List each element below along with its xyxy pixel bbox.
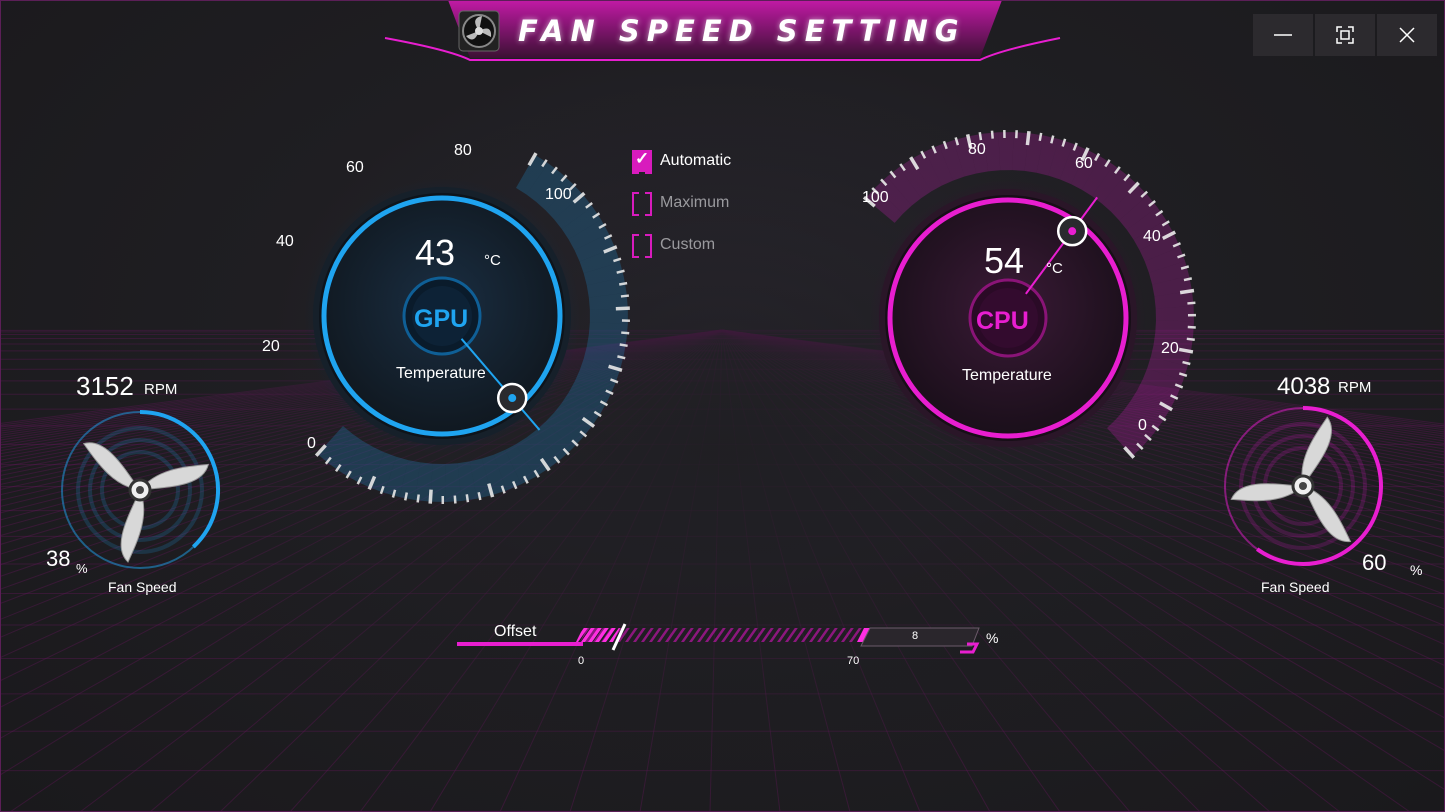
offset-min: 0 (578, 655, 585, 667)
gpu-badge: GPU (414, 305, 469, 333)
gpu-tick-40: 40 (276, 233, 294, 250)
gpu-fan-dial (61, 410, 220, 569)
mode-custom-label: Custom (660, 236, 716, 253)
cpu-fan-speed-label: Fan Speed (1261, 579, 1330, 595)
cpu-tick-0: 0 (1138, 417, 1147, 434)
minimize-icon (1274, 34, 1292, 36)
gpu-temperature-value: 43 (415, 232, 456, 273)
offset-max: 70 (847, 655, 860, 667)
maximize-button[interactable] (1315, 14, 1375, 56)
maximum-checkbox[interactable] (632, 192, 652, 216)
mode-option-maximum[interactable]: Maximum (632, 192, 730, 216)
mode-automatic-label: Automatic (660, 152, 732, 169)
cpu-tick-80: 80 (968, 141, 986, 158)
gpu-tick-100: 100 (545, 186, 572, 203)
cpu-tick-40: 40 (1143, 228, 1161, 245)
title-bar: FAN SPEED SETTING (0, 0, 1445, 64)
fan-speed-window: FAN SPEED SETTING 43 °C GPU Temperature … (0, 0, 1445, 812)
gpu-fan-rpm-value: 3152 (76, 371, 134, 401)
gpu-tick-60: 60 (346, 159, 364, 176)
cpu-temperature-label: Temperature (962, 367, 1052, 384)
gpu-fan-rpm-unit: RPM (144, 381, 178, 398)
gpu-fan-speed-unit: % (76, 561, 88, 576)
cpu-fan-speed-value: 60 (1362, 550, 1387, 575)
close-icon (1399, 27, 1415, 43)
offset-unit: % (986, 630, 999, 646)
close-button[interactable] (1377, 14, 1437, 56)
mode-option-custom[interactable]: Custom (632, 234, 716, 258)
gpu-temperature-unit: °C (484, 252, 501, 269)
mode-maximum-label: Maximum (660, 194, 730, 211)
custom-checkbox[interactable] (632, 234, 652, 258)
mode-option-automatic[interactable]: ✓ Automatic (632, 149, 732, 174)
cpu-fan-speed-unit: % (1410, 562, 1423, 578)
window-title: FAN SPEED SETTING (518, 14, 966, 48)
offset-slider[interactable] (455, 622, 995, 662)
cpu-tick-20: 20 (1161, 340, 1179, 357)
cpu-tick-60: 60 (1075, 155, 1093, 172)
gpu-tick-20: 20 (262, 338, 280, 355)
minimize-button[interactable] (1253, 14, 1313, 56)
gpu-fan-speed-value: 38 (46, 546, 71, 571)
cpu-fan-dial (1224, 406, 1383, 566)
maximize-icon (1336, 26, 1354, 44)
fan-logo-icon (458, 10, 500, 52)
checkmark-icon: ✓ (635, 149, 650, 168)
cpu-fan-rpm-unit: RPM (1338, 379, 1372, 396)
cpu-tick-100: 100 (862, 189, 889, 206)
automatic-checkbox[interactable]: ✓ (632, 149, 652, 174)
cpu-badge: CPU (976, 307, 1029, 335)
offset-value: 8 (912, 630, 919, 642)
gpu-tick-80: 80 (454, 142, 472, 159)
cpu-fan-rpm-value: 4038 (1277, 373, 1331, 400)
gpu-temperature-label: Temperature (396, 365, 486, 382)
cpu-temperature-unit: °C (1046, 260, 1063, 277)
gpu-tick-0: 0 (307, 435, 316, 452)
gpu-fan-speed-label: Fan Speed (108, 579, 177, 595)
cpu-temperature-value: 54 (984, 240, 1025, 281)
